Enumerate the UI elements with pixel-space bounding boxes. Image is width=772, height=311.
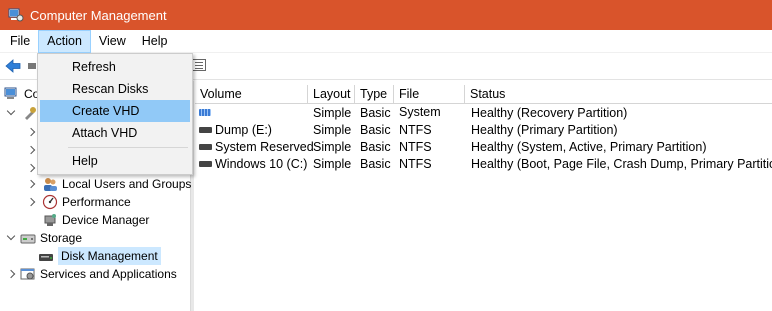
storage-icon <box>20 230 36 246</box>
tree-item-disk-management[interactable]: Disk Management <box>38 247 161 265</box>
menu-item-help[interactable]: Help <box>40 150 190 172</box>
table-row[interactable]: System Reserved Simple Basic NTFS Health… <box>195 139 772 156</box>
menu-item-refresh[interactable]: Refresh <box>40 56 190 78</box>
column-header-status[interactable]: Status <box>465 85 772 104</box>
volume-icon <box>199 109 211 117</box>
device-manager-icon <box>42 212 58 228</box>
tree-root[interactable]: Co <box>4 85 39 103</box>
action-menu: Refresh Rescan Disks Create VHD Attach V… <box>37 53 193 175</box>
menu-bar: File Action View Help <box>0 29 772 53</box>
chevron-right-icon[interactable] <box>26 145 36 155</box>
menu-help[interactable]: Help <box>134 30 176 53</box>
chevron-right-icon[interactable] <box>26 127 36 137</box>
table-row[interactable]: Dump (E:) Simple Basic NTFS Healthy (Pri… <box>195 122 772 139</box>
menu-item-create-vhd[interactable]: Create VHD <box>40 100 190 122</box>
tree-item-storage[interactable]: Storage <box>6 229 82 247</box>
volume-icon <box>199 126 212 133</box>
chevron-right-icon[interactable] <box>26 179 36 189</box>
table-row[interactable]: Windows 10 (C:) Simple Basic NTFS Health… <box>195 156 772 173</box>
performance-icon <box>42 194 58 210</box>
menu-item-attach-vhd[interactable]: Attach VHD <box>40 122 190 144</box>
tree-item-services[interactable]: Services and Applications <box>6 265 177 283</box>
chevron-down-icon[interactable] <box>6 108 16 118</box>
column-header-volume[interactable]: Volume <box>195 85 308 104</box>
volume-list: Volume Layout Type File System Status Si… <box>195 81 772 311</box>
menu-view[interactable]: View <box>91 30 134 53</box>
disk-management-icon <box>38 248 54 264</box>
menu-file[interactable]: File <box>2 30 38 53</box>
column-header-file-system[interactable]: File System <box>394 85 465 119</box>
volume-icon <box>199 160 212 167</box>
computer-management-icon <box>4 86 20 102</box>
toolbar-icon[interactable] <box>28 63 36 69</box>
users-icon <box>42 176 58 192</box>
title-bar: Computer Management <box>0 0 772 30</box>
menu-separator <box>68 147 188 148</box>
window-title: Computer Management <box>30 7 167 23</box>
tree-item-local-users[interactable]: Local Users and Groups <box>26 175 191 193</box>
column-header-type[interactable]: Type <box>355 85 394 104</box>
chevron-right-icon[interactable] <box>6 269 16 279</box>
system-tools-icon <box>22 105 38 121</box>
tree-item-device-manager[interactable]: Device Manager <box>36 211 149 229</box>
menu-item-rescan-disks[interactable]: Rescan Disks <box>40 78 190 100</box>
services-icon <box>20 266 36 282</box>
chevron-down-icon[interactable] <box>6 233 16 243</box>
tree-item-performance[interactable]: Performance <box>26 193 131 211</box>
chevron-right-icon[interactable] <box>26 163 36 173</box>
back-arrow-icon[interactable] <box>5 59 21 76</box>
volume-icon <box>199 143 212 150</box>
table-row[interactable]: Simple Basic Healthy (Recovery Partition… <box>195 105 772 122</box>
properties-icon[interactable] <box>192 59 206 71</box>
column-header-layout[interactable]: Layout <box>308 85 355 104</box>
menu-action[interactable]: Action <box>38 29 91 53</box>
chevron-right-icon[interactable] <box>26 197 36 207</box>
computer-management-icon <box>8 7 24 23</box>
